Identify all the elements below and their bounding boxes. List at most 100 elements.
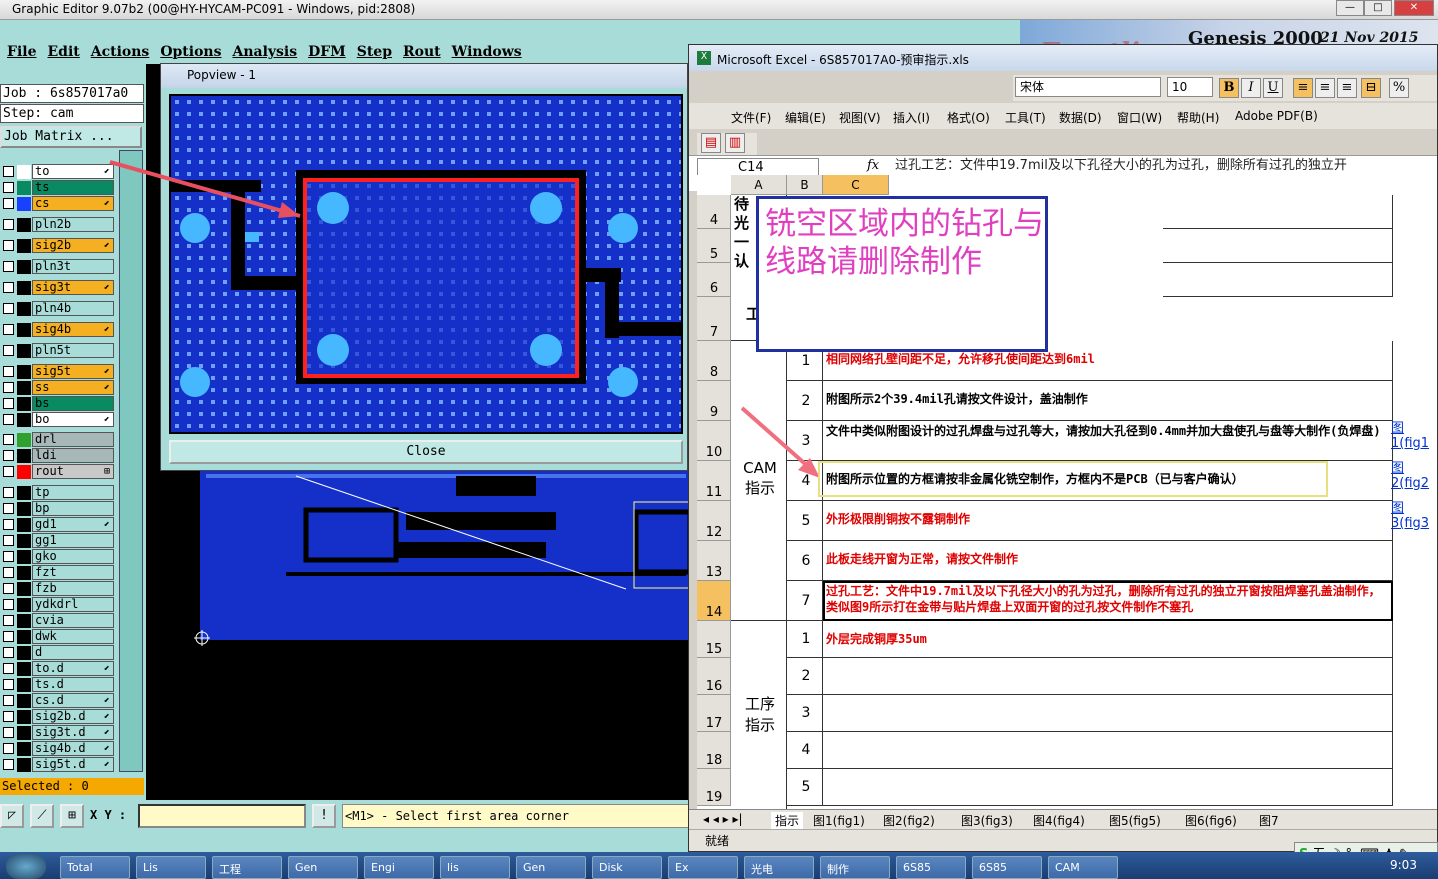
layer-row[interactable]: to.d ⬋ — [0, 661, 116, 677]
layer-checkbox[interactable] — [3, 615, 14, 626]
xl-menu-help[interactable]: 帮助(H) — [1177, 109, 1219, 126]
layer-row[interactable]: sig5t.d ⬋ — [0, 757, 116, 773]
item-number-cell[interactable]: 6 — [787, 541, 823, 581]
layer-name[interactable]: gg1 — [32, 533, 114, 548]
layer-row[interactable]: pln4b — [0, 301, 116, 317]
layer-checkbox[interactable] — [3, 631, 14, 642]
popview-title-bar[interactable]: Popview - 1 — [161, 64, 687, 88]
layer-row[interactable]: pln3t — [0, 259, 116, 275]
layer-checkbox[interactable] — [3, 345, 14, 356]
layer-row[interactable]: ydkdrl — [0, 597, 116, 613]
layer-checkbox[interactable] — [3, 324, 14, 335]
grid-tool-icon[interactable]: ⊞ — [60, 804, 84, 828]
layer-checkbox[interactable] — [3, 282, 14, 293]
layer-name[interactable]: tp — [32, 485, 114, 500]
popview-canvas[interactable] — [169, 94, 683, 434]
layer-row[interactable]: sig2b ⬋ — [0, 238, 116, 254]
layer-row[interactable]: drl — [0, 432, 116, 448]
row-header[interactable]: 14 — [697, 581, 731, 621]
layer-row[interactable]: sig5t ⬋ — [0, 364, 116, 380]
instruction-cell[interactable]: 外层完成铜厚35um — [823, 621, 1393, 658]
xl-menu-edit[interactable]: 编辑(E) — [785, 109, 826, 126]
taskbar-item[interactable]: 制作 — [820, 856, 890, 879]
layer-row[interactable]: gg1 — [0, 533, 116, 549]
layer-name[interactable]: sig5t.d ⬋ — [32, 757, 114, 772]
xl-menu-view[interactable]: 视图(V) — [839, 109, 881, 126]
layer-row[interactable]: cvia — [0, 613, 116, 629]
taskbar-item[interactable]: Ex — [668, 856, 738, 879]
layer-checkbox[interactable] — [3, 466, 14, 477]
instruction-cell[interactable] — [823, 658, 1393, 695]
popview-close-button[interactable]: Close — [169, 440, 683, 464]
layer-checkbox[interactable] — [3, 450, 14, 461]
item-number-cell[interactable]: 2 — [787, 658, 823, 695]
sheet-tab[interactable]: 指示 — [771, 812, 804, 829]
layer-name[interactable]: sig3t ⬋ — [32, 280, 114, 295]
layer-row[interactable]: pln2b — [0, 217, 116, 233]
layer-checkbox[interactable] — [3, 434, 14, 445]
xy-input[interactable] — [138, 804, 306, 828]
font-size-select[interactable]: 10 — [1167, 77, 1213, 97]
figure-link[interactable]: 图 2(fig2 — [1391, 461, 1429, 491]
item-number-cell[interactable]: 5 — [787, 769, 823, 806]
figure-link[interactable]: 图 3(fig3 — [1391, 501, 1429, 531]
fx-icon[interactable]: fx — [867, 158, 879, 173]
layer-name[interactable]: gko — [32, 549, 114, 564]
row-header[interactable]: 19 — [697, 769, 731, 806]
layer-name[interactable]: to.d ⬋ — [32, 661, 114, 676]
sheet-tab[interactable]: 图6(fig6) — [1185, 812, 1237, 829]
layer-row[interactable]: ldi — [0, 448, 116, 464]
instruction-cell[interactable]: 此板走线开窗为正常，请按文件制作 — [823, 541, 1393, 581]
excel-title-bar[interactable]: Microsoft Excel - 6S857017A0-预审指示.xls — [689, 45, 1437, 71]
font-name-select[interactable]: 宋体 — [1015, 77, 1161, 97]
taskbar-item[interactable]: 光电 — [744, 856, 814, 879]
taskbar-item[interactable]: Disk — [592, 856, 662, 879]
taskbar-item[interactable]: Gen — [516, 856, 586, 879]
underline-button[interactable]: U — [1263, 78, 1283, 98]
instruction-cell[interactable]: 外形极限削铜按不露铜制作 — [823, 501, 1393, 541]
layer-row[interactable]: dwk — [0, 629, 116, 645]
row-header[interactable]: 7 — [697, 297, 731, 341]
maximize-button[interactable]: □ — [1364, 0, 1392, 16]
align-left-icon[interactable]: ≡ — [1293, 78, 1313, 98]
layer-checkbox[interactable] — [3, 182, 14, 193]
instruction-cell[interactable]: 附图所示2个39.4mil孔请按文件设计，盖油制作 — [823, 381, 1393, 421]
layer-row[interactable]: d — [0, 645, 116, 661]
row-header[interactable]: 15 — [697, 621, 731, 658]
layer-checkbox[interactable] — [3, 743, 14, 754]
layer-row[interactable]: tp — [0, 485, 116, 501]
layer-name[interactable]: ldi — [32, 448, 114, 463]
layer-name[interactable]: ydkdrl — [32, 597, 114, 612]
layer-row[interactable]: rout ⊞ — [0, 464, 116, 480]
layer-row[interactable]: pln5t — [0, 343, 116, 359]
merge-center-icon[interactable]: ⊟ — [1361, 78, 1381, 98]
layer-checkbox[interactable] — [3, 535, 14, 546]
layer-name[interactable]: fzt — [32, 565, 114, 580]
item-number-cell[interactable]: 7 — [787, 581, 823, 621]
layer-name[interactable]: sig4b.d ⬋ — [32, 741, 114, 756]
layer-name[interactable]: sig2b ⬋ — [32, 238, 114, 253]
layer-row[interactable]: sig4b.d ⬋ — [0, 741, 116, 757]
layer-name[interactable]: bp — [32, 501, 114, 516]
genesis-title-bar[interactable]: Graphic Editor 9.07b2 (00@HY-HYCAM-PC091… — [0, 0, 1438, 20]
layer-checkbox[interactable] — [3, 679, 14, 690]
xl-menu-window[interactable]: 窗口(W) — [1117, 109, 1162, 126]
layer-checkbox[interactable] — [3, 503, 14, 514]
item-number-cell[interactable]: 5 — [787, 501, 823, 541]
menu-dfm[interactable]: DFM — [308, 44, 346, 60]
xl-menu-data[interactable]: 数据(D) — [1059, 109, 1102, 126]
layer-row[interactable]: ts.d — [0, 677, 116, 693]
italic-button[interactable]: I — [1241, 78, 1261, 98]
layer-checkbox[interactable] — [3, 519, 14, 530]
taskbar-item[interactable]: Lis — [136, 856, 206, 879]
layer-checkbox[interactable] — [3, 583, 14, 594]
layer-checkbox[interactable] — [3, 261, 14, 272]
taskbar-item[interactable]: Gen — [288, 856, 358, 879]
layer-row[interactable]: gko — [0, 549, 116, 565]
layer-row[interactable]: cs.d ⬋ — [0, 693, 116, 709]
taskbar-item[interactable]: 6S85 — [972, 856, 1042, 879]
row-header[interactable]: 11 — [697, 461, 731, 501]
layer-name[interactable]: rout ⊞ — [32, 464, 114, 479]
layer-name[interactable]: sig3t.d ⬋ — [32, 725, 114, 740]
layer-checkbox[interactable] — [3, 551, 14, 562]
